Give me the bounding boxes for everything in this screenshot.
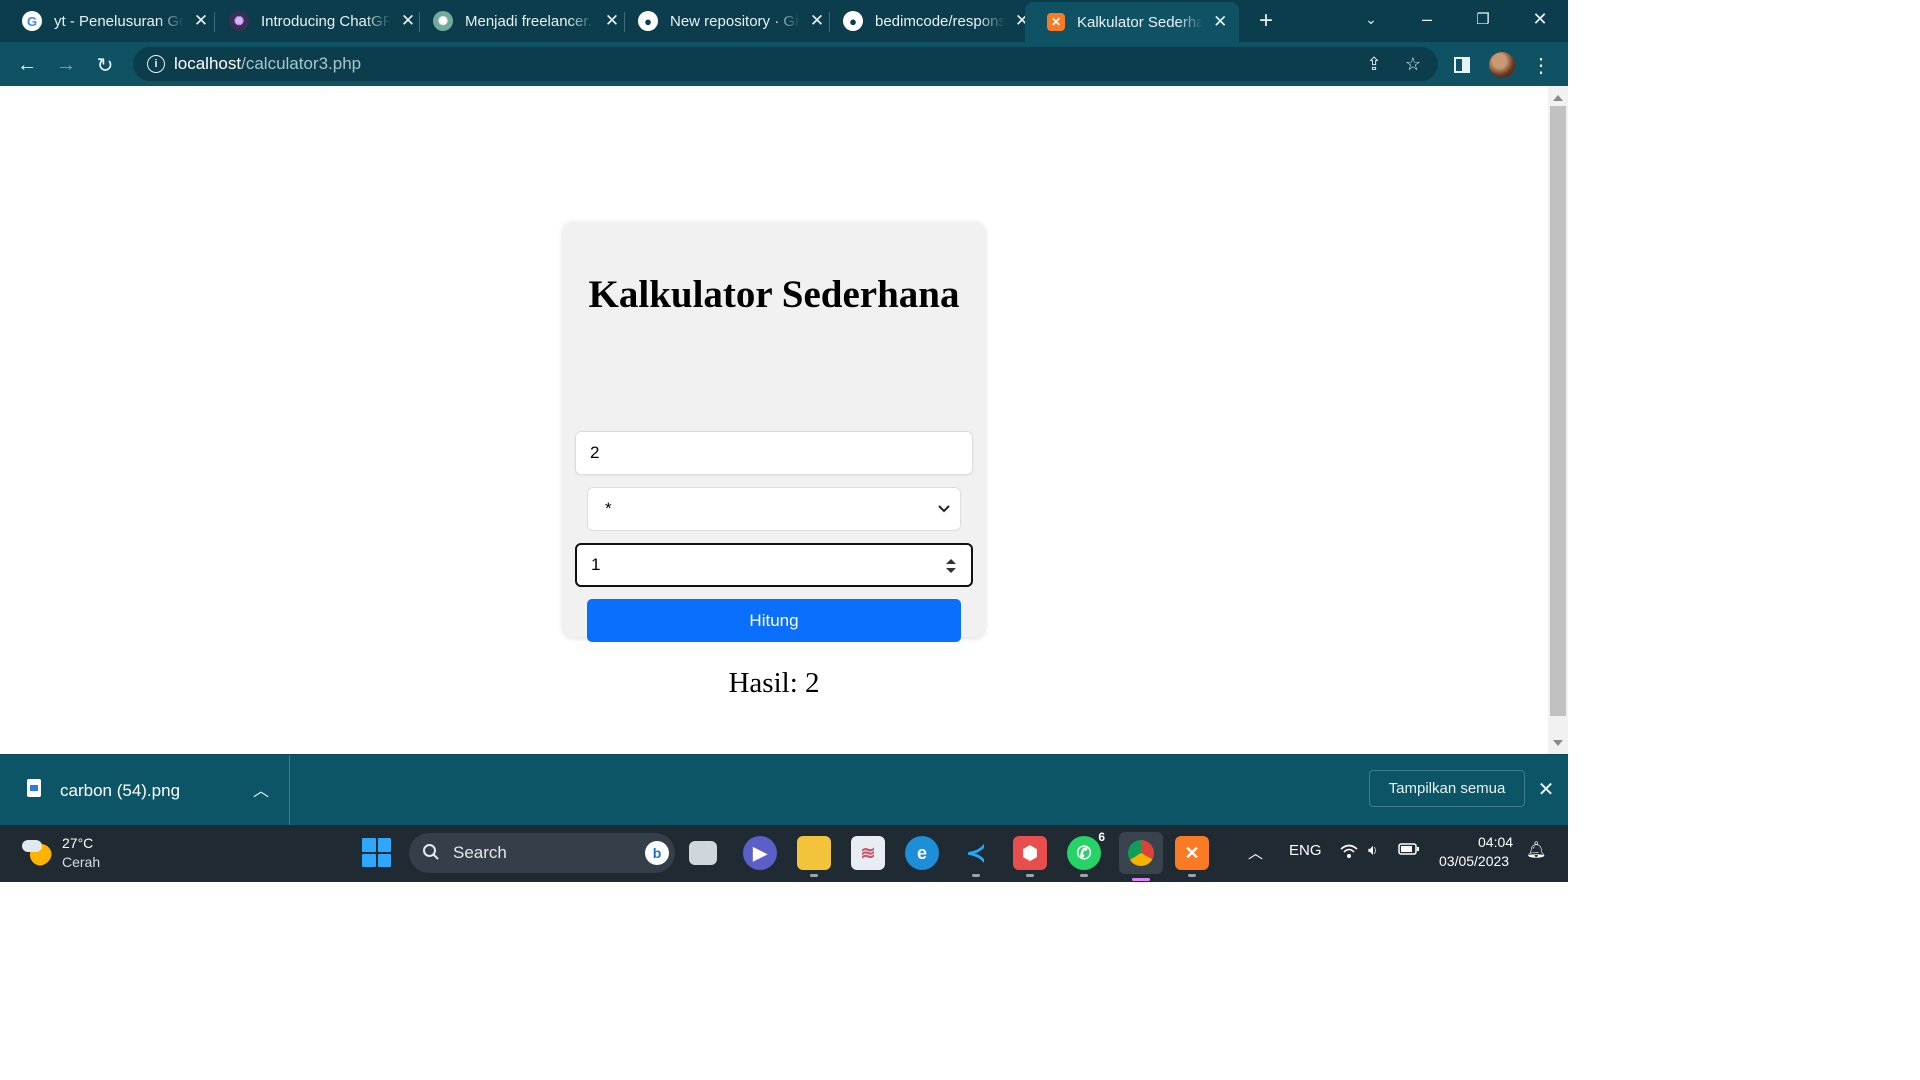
tab-title: Menjadi freelancer.: [465, 12, 592, 30]
operator-select[interactable]: *: [587, 487, 961, 531]
teams-chat-icon[interactable]: ▶: [743, 836, 777, 870]
weather-temperature[interactable]: 27°C: [62, 835, 93, 851]
notification-badge: 6: [1098, 830, 1105, 844]
profile-avatar[interactable]: [1489, 52, 1515, 78]
xampp-icon: ✕: [1047, 13, 1065, 31]
store-app-icon[interactable]: ≋: [851, 836, 885, 870]
tab-title: New repository · GitHub: [670, 12, 800, 30]
taskbar: 27°C Cerah Search b ▶ ≋ e ≺ ⬢ ✆ 6 ✕ ︿ ENG…: [0, 825, 1568, 882]
download-bar: carbon (54).png ︿ Tampilkan semua ✕: [0, 754, 1568, 826]
hitung-button[interactable]: Hitung: [587, 599, 961, 642]
volume-icon[interactable]: 🔉︎: [1368, 842, 1377, 859]
running-indicator: [1188, 874, 1196, 877]
result-text: Hasil: 2: [728, 667, 820, 699]
taskbar-search[interactable]: Search b: [409, 833, 675, 873]
notification-bell-icon[interactable]: 🔔︎: [1526, 840, 1546, 860]
chrome-icon[interactable]: [1119, 832, 1163, 881]
scroll-thumb[interactable]: [1550, 106, 1566, 716]
first-number-value: 2: [590, 443, 600, 462]
search-icon: [423, 844, 439, 860]
tab-title: bedimcode/responsive: [875, 12, 1005, 30]
download-item[interactable]: carbon (54).png ︿: [0, 755, 290, 826]
download-file-name: carbon (54).png: [60, 781, 181, 800]
menu-kebab-icon[interactable]: ⋮: [1528, 52, 1554, 78]
clock-time[interactable]: 04:04: [1478, 834, 1513, 850]
github-icon: ●: [843, 11, 863, 31]
address-bar[interactable]: i localhost/calculator3.php ⇪ ☆: [133, 47, 1438, 81]
tab-chatgpt-intro[interactable]: ✺ Introducing ChatGPT ✕: [207, 4, 427, 38]
bookmark-star-icon[interactable]: ☆: [1402, 53, 1424, 75]
tab-title: yt - Penelusuran Google: [54, 12, 184, 30]
close-download-bar-icon[interactable]: ✕: [1534, 777, 1558, 801]
clock-date[interactable]: 03/05/2023: [1439, 853, 1509, 869]
second-number-input[interactable]: 1: [575, 543, 973, 587]
chatgpt-icon: ✺: [433, 11, 453, 31]
chevron-down-icon: [938, 505, 950, 513]
dev-tool-cube-icon[interactable]: ⬢: [1013, 836, 1047, 877]
tab-bedimcode[interactable]: ● bedimcode/responsive ✕: [821, 4, 1041, 38]
running-indicator: [972, 874, 980, 877]
windows-start-icon[interactable]: [362, 838, 391, 867]
minimize-icon[interactable]: –: [1407, 6, 1447, 32]
calculator-card: Kalkulator Sederhana 2 * 1 Hitung Hasil:…: [563, 222, 985, 699]
tab-yt-search[interactable]: G yt - Penelusuran Google ✕: [0, 4, 220, 38]
whatsapp-icon[interactable]: ✆ 6: [1067, 830, 1105, 877]
file-explorer-icon[interactable]: [797, 836, 831, 877]
running-indicator: [1132, 878, 1150, 881]
forward-arrow-icon[interactable]: →: [52, 51, 80, 79]
weather-icon[interactable]: [22, 838, 52, 866]
bing-icon[interactable]: b: [645, 841, 669, 865]
scroll-down-icon[interactable]: [1553, 740, 1563, 746]
tab-kalkulator[interactable]: ✕ Kalkulator Sederhana ✕: [1025, 2, 1239, 42]
xampp-icon[interactable]: ✕: [1175, 836, 1209, 877]
github-icon: ●: [638, 11, 658, 31]
google-icon: G: [22, 11, 42, 31]
image-file-icon: [27, 779, 41, 797]
tray-overflow-chevron-icon[interactable]: ︿: [1248, 842, 1263, 863]
page-title: Kalkulator Sederhana: [588, 273, 960, 316]
scroll-up-icon[interactable]: [1553, 95, 1563, 101]
tab-freelancer[interactable]: ✺ Menjadi freelancer. ✕: [411, 4, 631, 38]
page-viewport: Kalkulator Sederhana 2 * 1 Hitung Hasil:…: [0, 86, 1548, 754]
running-indicator: [1026, 874, 1034, 877]
openai-icon: ✺: [229, 11, 249, 31]
running-indicator: [1080, 874, 1088, 877]
language-indicator[interactable]: ENG: [1289, 842, 1322, 859]
edge-icon[interactable]: e: [905, 836, 939, 870]
show-all-downloads-button[interactable]: Tampilkan semua: [1369, 770, 1525, 807]
chevron-up-icon[interactable]: ︿: [250, 778, 272, 800]
operator-value: *: [605, 499, 612, 518]
tab-title: Introducing ChatGPT: [261, 12, 391, 30]
restore-icon[interactable]: ❐: [1463, 6, 1503, 32]
reload-icon[interactable]: ↻: [91, 51, 119, 79]
first-number-input[interactable]: 2: [575, 431, 973, 475]
task-view-icon[interactable]: [689, 841, 717, 865]
tab-new-repository[interactable]: ● New repository · GitHub ✕: [616, 4, 836, 38]
tab-strip: G yt - Penelusuran Google ✕ ✺ Introducin…: [0, 0, 1568, 42]
browser-toolbar: ← → ↻ i localhost/calculator3.php ⇪ ☆ ⋮: [0, 42, 1568, 86]
close-icon[interactable]: ✕: [1211, 12, 1229, 31]
site-info-icon[interactable]: i: [147, 55, 165, 73]
search-label: Search: [453, 843, 507, 862]
tab-title: Kalkulator Sederhana: [1077, 13, 1204, 31]
new-tab-button[interactable]: +: [1253, 7, 1279, 34]
side-panel-icon[interactable]: [1449, 52, 1475, 78]
second-number-value: 1: [591, 555, 601, 574]
number-spinner-icon[interactable]: [945, 558, 957, 574]
wifi-icon[interactable]: [1339, 842, 1359, 864]
running-indicator: [810, 874, 818, 877]
tab-search-chevron-icon[interactable]: ⌄: [1351, 6, 1391, 32]
battery-icon[interactable]: [1398, 842, 1420, 860]
vertical-scrollbar[interactable]: [1548, 86, 1568, 754]
vscode-icon[interactable]: ≺: [959, 836, 993, 877]
window-close-icon[interactable]: ✕: [1520, 6, 1560, 32]
url-host: localhost: [174, 54, 242, 73]
back-arrow-icon[interactable]: ←: [13, 51, 41, 79]
url-path: /calculator3.php: [241, 54, 362, 73]
url-text: localhost/calculator3.php: [174, 54, 361, 74]
share-icon[interactable]: ⇪: [1363, 53, 1385, 75]
chrome-logo: [1128, 840, 1154, 866]
weather-description[interactable]: Cerah: [62, 854, 100, 870]
